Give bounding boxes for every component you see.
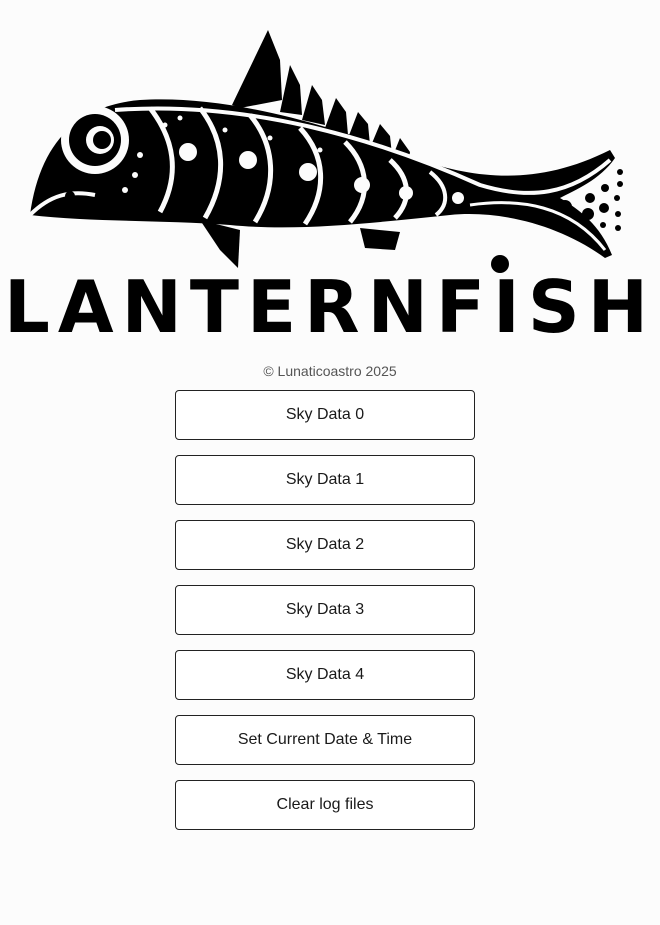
sky-data-0-button[interactable]: Sky Data 0 [175, 390, 475, 440]
sky-data-1-button[interactable]: Sky Data 1 [175, 455, 475, 505]
clear-log-files-button[interactable]: Clear log files [175, 780, 475, 830]
sky-data-4-button[interactable]: Sky Data 4 [175, 650, 475, 700]
sky-data-3-button[interactable]: Sky Data 3 [175, 585, 475, 635]
app-logo: LANTERNFISH [0, 0, 660, 350]
lanternfish-logo: LANTERNFISH [4, 30, 656, 349]
sky-data-2-button[interactable]: Sky Data 2 [175, 520, 475, 570]
copyright-text: © Lunaticoastro 2025 [263, 363, 397, 379]
dorsal-fin [232, 30, 282, 108]
action-button-list: Sky Data 0 Sky Data 1 Sky Data 2 Sky Dat… [175, 390, 475, 845]
wordmark: LANTERNFISH [4, 265, 656, 349]
set-date-time-button[interactable]: Set Current Date & Time [175, 715, 475, 765]
